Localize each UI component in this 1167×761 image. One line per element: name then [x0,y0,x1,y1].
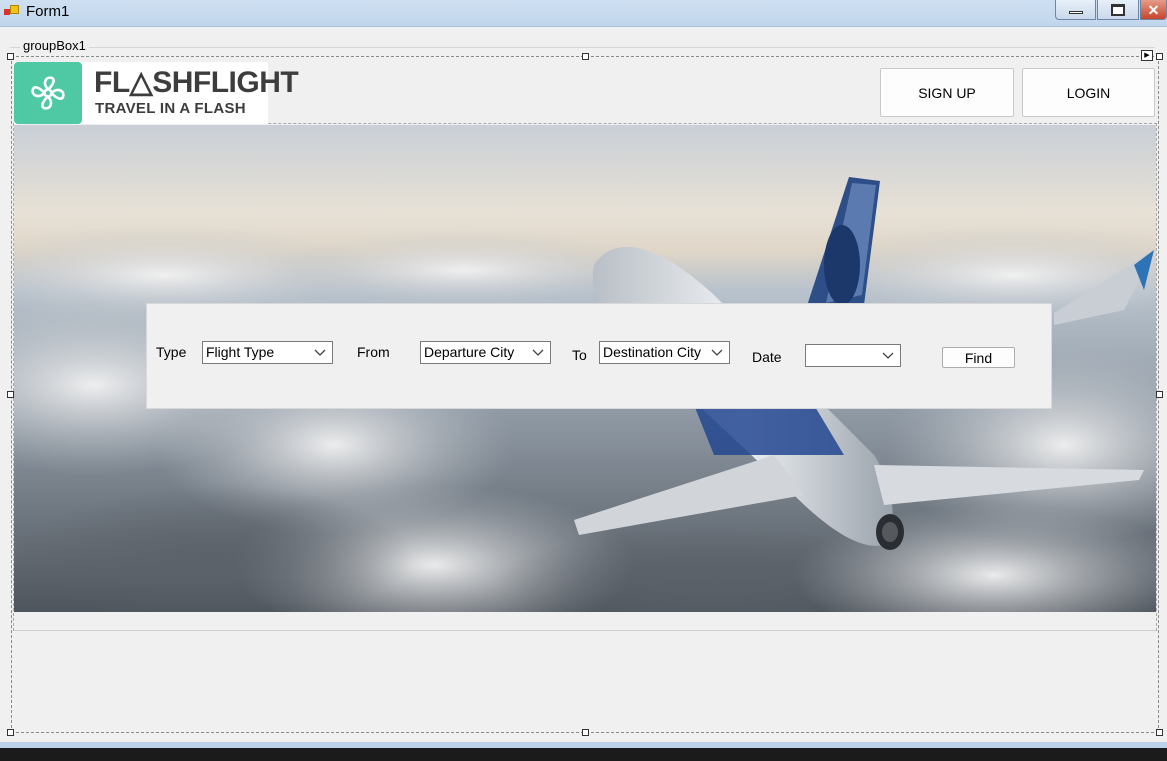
destination-city-value: Destination City [603,344,702,360]
window-bottom-border [0,742,1167,748]
resize-handle[interactable] [1156,53,1163,60]
logo-title: FL△SHFLIGHT [94,66,299,99]
groupbox-label: groupBox1 [20,38,89,53]
login-button[interactable]: LOGIN [1022,68,1155,117]
form-window: Form1 ✕ groupBox1 ▶ FL△SHFLIGHT TRAVEL I… [0,0,1167,748]
propeller-fan-icon [14,62,82,124]
maximize-icon [1111,3,1125,16]
smart-tag-icon[interactable]: ▶ [1141,50,1153,61]
close-button[interactable]: ✕ [1140,0,1167,20]
sign-up-button[interactable]: SIGN UP [880,68,1014,117]
departure-city-select[interactable]: Departure City [420,341,551,364]
logo-tagline: TRAVEL IN A FLASH [95,100,246,117]
title-bar: Form1 ✕ [0,0,1167,27]
resize-handle[interactable] [7,391,14,398]
date-select[interactable] [805,344,901,367]
footer-strip [14,612,1156,631]
find-button[interactable]: Find [942,347,1015,368]
groupbox-border [10,47,1155,48]
type-label: Type [156,344,187,360]
resize-handle[interactable] [582,53,589,60]
destination-city-select[interactable]: Destination City [599,341,730,364]
from-label: From [357,344,390,360]
window-title: Form1 [26,3,70,20]
maximize-button[interactable] [1097,0,1139,20]
chevron-down-icon [882,352,894,359]
resize-handle[interactable] [7,729,14,736]
minimize-button[interactable] [1055,0,1096,20]
chevron-down-icon [314,349,326,356]
resize-handle[interactable] [1156,729,1163,736]
flight-type-select[interactable]: Flight Type [202,341,333,364]
resize-handle[interactable] [582,729,589,736]
search-panel: Type Flight Type From Departure City To … [146,303,1052,409]
date-label: Date [752,349,782,365]
brand-logo: FL△SHFLIGHT TRAVEL IN A FLASH [14,62,299,124]
chevron-down-icon [711,349,723,356]
app-icon [4,5,20,19]
close-icon: ✕ [1147,1,1160,18]
chevron-down-icon [532,349,544,356]
resize-handle[interactable] [1156,391,1163,398]
to-label: To [572,347,587,363]
flight-type-value: Flight Type [206,344,275,360]
minimize-icon [1068,11,1083,14]
resize-handle[interactable] [7,53,14,60]
departure-city-value: Departure City [424,344,515,360]
